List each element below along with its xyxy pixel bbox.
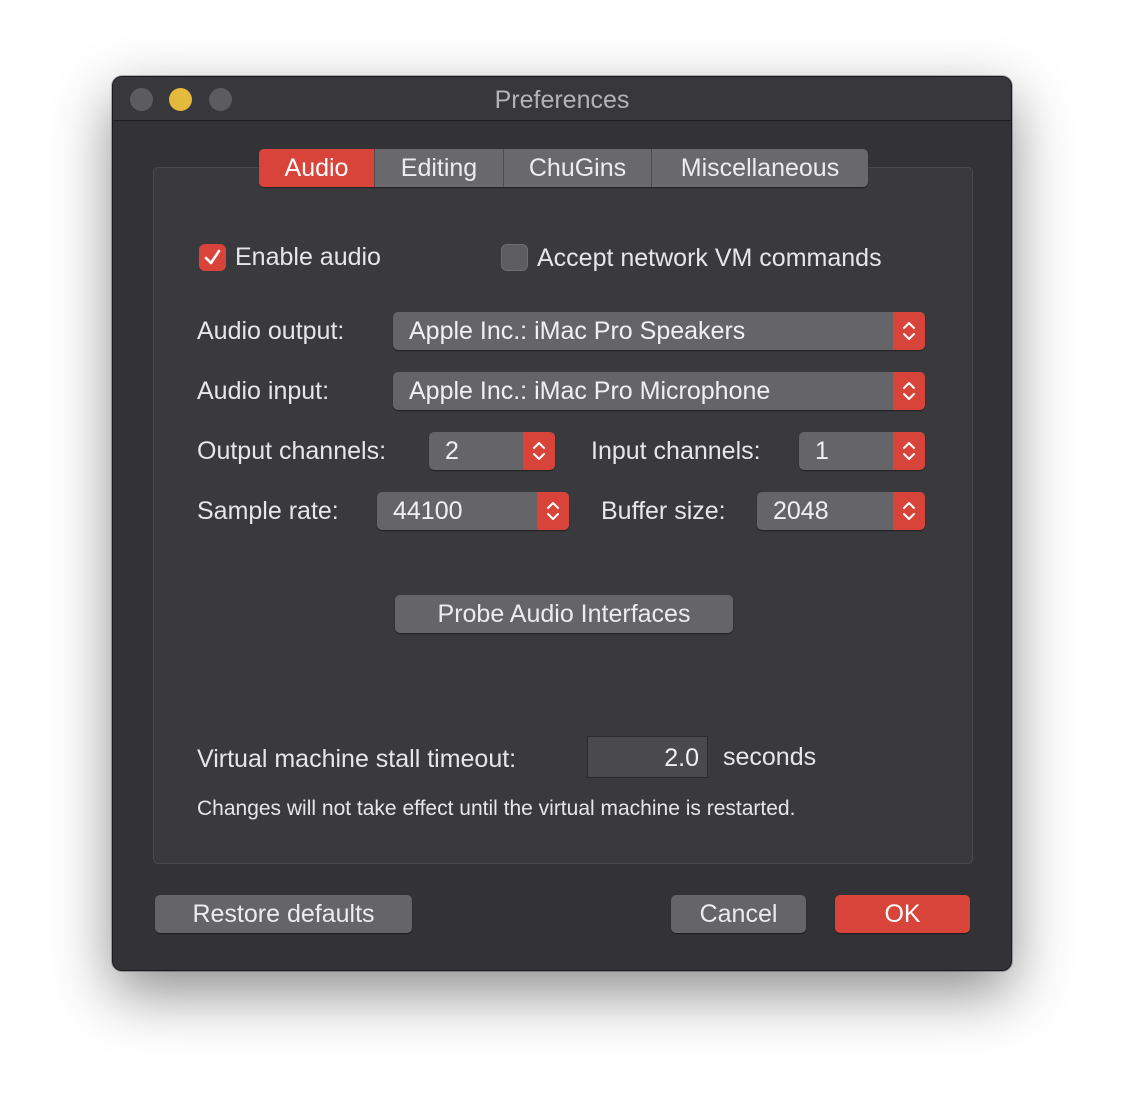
chevron-up-down-icon <box>903 382 915 400</box>
sample-rate-label: Sample rate: <box>197 497 339 525</box>
audio-output-select[interactable]: Apple Inc.: iMac Pro Speakers <box>393 312 925 350</box>
audio-input-label: Audio input: <box>197 377 330 405</box>
preferences-window: Preferences Audio Editing ChuGins Miscel… <box>112 76 1012 971</box>
title-bar: Preferences <box>113 77 1011 121</box>
stall-timeout-field[interactable]: 2.0 <box>587 736 708 778</box>
probe-audio-interfaces-button[interactable]: Probe Audio Interfaces <box>395 595 733 633</box>
tab-editing[interactable]: Editing <box>375 149 504 187</box>
input-channels-label: Input channels: <box>591 437 761 465</box>
restore-defaults-button[interactable]: Restore defaults <box>155 895 412 933</box>
select-stepper <box>537 492 569 530</box>
audio-output-label: Audio output: <box>197 317 345 345</box>
stall-timeout-label: Virtual machine stall timeout: <box>197 745 517 773</box>
tab-bar: Audio Editing ChuGins Miscellaneous <box>259 149 868 187</box>
buffer-size-label: Buffer size: <box>601 497 726 525</box>
stall-timeout-unit: seconds <box>723 743 817 771</box>
audio-input-value: Apple Inc.: iMac Pro Microphone <box>409 377 771 405</box>
sample-rate-select[interactable]: 44100 <box>377 492 569 530</box>
enable-audio-checkbox[interactable] <box>199 244 226 271</box>
buffer-size-value: 2048 <box>773 497 829 525</box>
window-title: Preferences <box>494 86 630 114</box>
select-stepper <box>893 432 925 470</box>
input-channels-select[interactable]: 1 <box>799 432 925 470</box>
tab-miscellaneous[interactable]: Miscellaneous <box>652 149 868 187</box>
sample-rate-value: 44100 <box>393 497 463 525</box>
ok-button[interactable]: OK <box>835 895 970 933</box>
audio-input-select[interactable]: Apple Inc.: iMac Pro Microphone <box>393 372 925 410</box>
tab-audio[interactable]: Audio <box>259 149 375 187</box>
output-channels-value: 2 <box>445 437 459 465</box>
select-stepper <box>893 372 925 410</box>
output-channels-label: Output channels: <box>197 437 387 465</box>
tab-chugins[interactable]: ChuGins <box>504 149 652 187</box>
select-stepper <box>893 312 925 350</box>
audio-output-value: Apple Inc.: iMac Pro Speakers <box>409 317 746 345</box>
cancel-button[interactable]: Cancel <box>671 895 806 933</box>
chevron-up-down-icon <box>533 442 545 460</box>
accept-network-label[interactable]: Accept network VM commands <box>537 244 882 273</box>
enable-audio-label[interactable]: Enable audio <box>235 243 381 272</box>
output-channels-select[interactable]: 2 <box>429 432 555 470</box>
chevron-up-down-icon <box>903 322 915 340</box>
restart-note: Changes will not take effect until the v… <box>197 797 796 820</box>
input-channels-value: 1 <box>815 437 829 465</box>
chevron-up-down-icon <box>547 502 559 520</box>
chevron-up-down-icon <box>903 442 915 460</box>
select-stepper <box>523 432 555 470</box>
buffer-size-select[interactable]: 2048 <box>757 492 925 530</box>
chevron-up-down-icon <box>903 502 915 520</box>
select-stepper <box>893 492 925 530</box>
checkmark-icon <box>204 249 221 265</box>
accept-network-checkbox[interactable] <box>501 244 528 271</box>
